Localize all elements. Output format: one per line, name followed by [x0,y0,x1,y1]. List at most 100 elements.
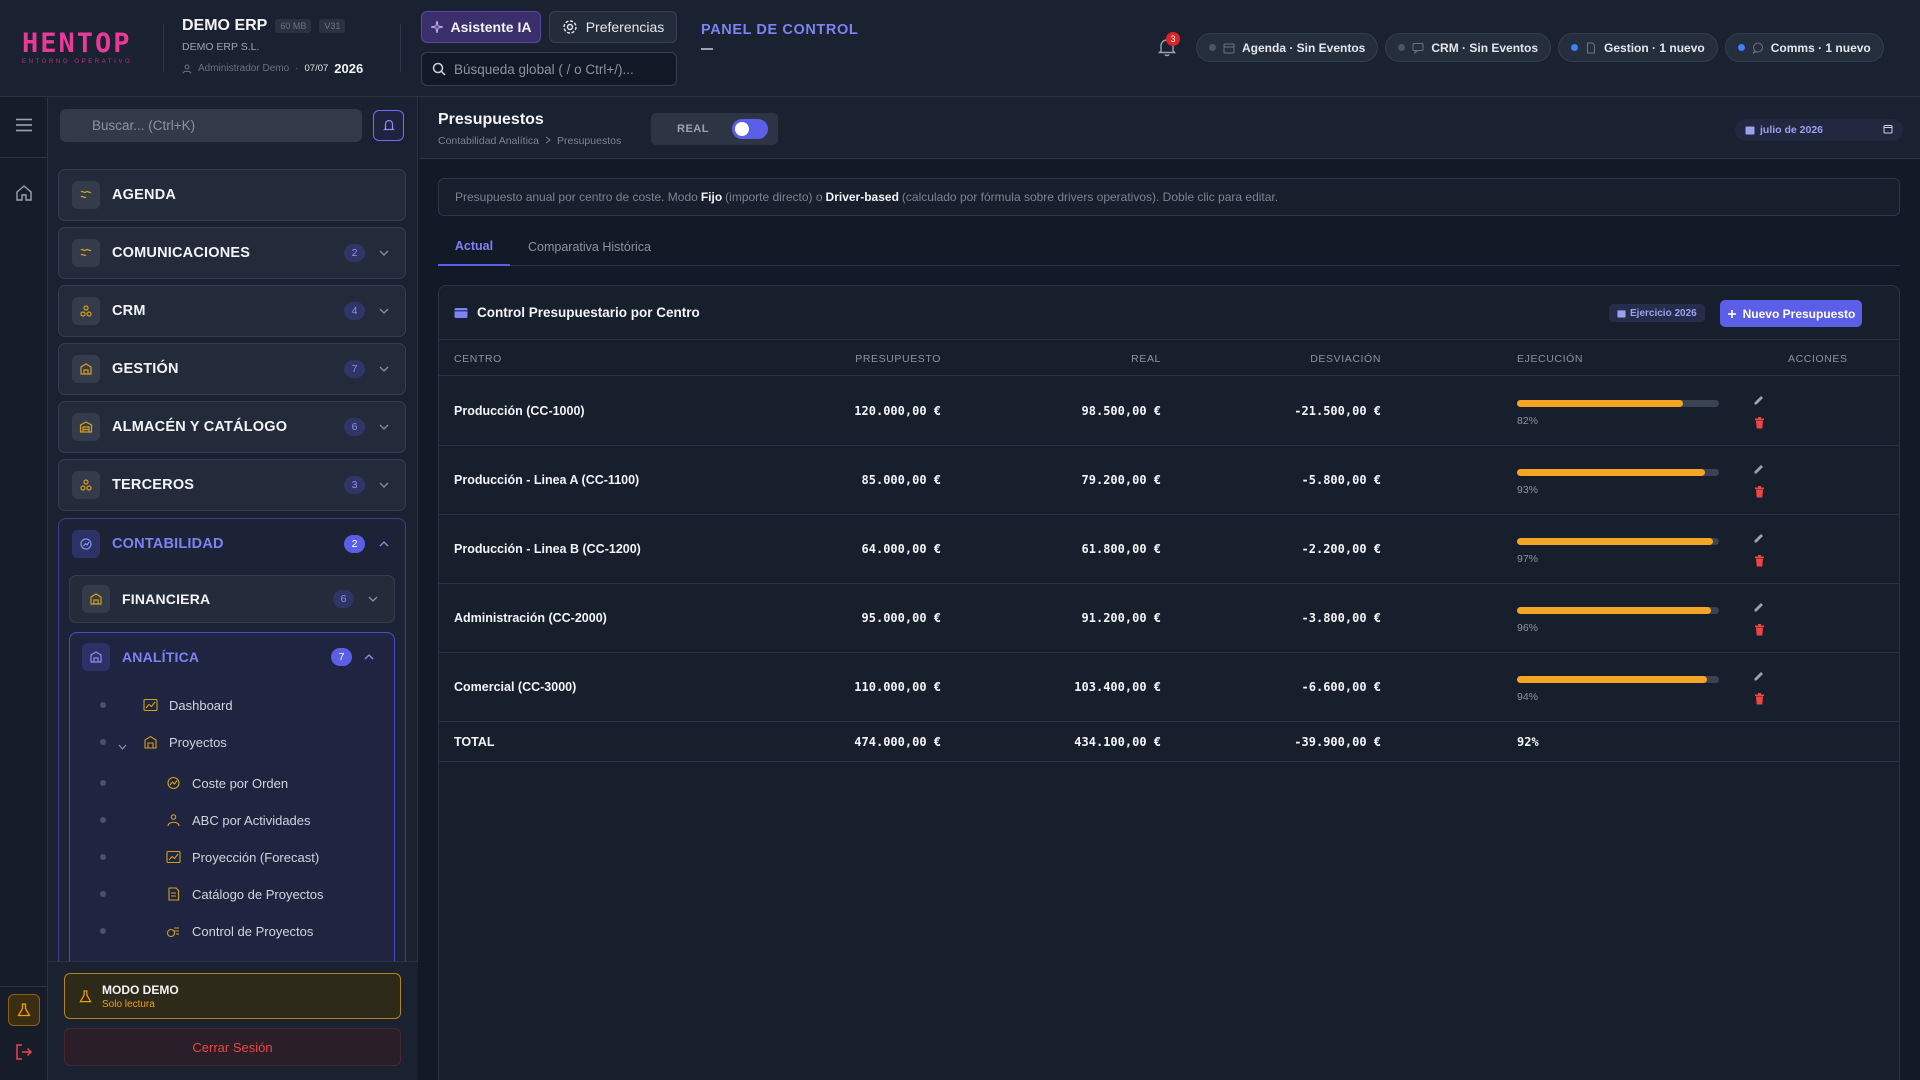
execution-bar [1517,676,1719,683]
demo-mode-button[interactable] [8,994,40,1026]
nav-leaf-forecast[interactable]: Proyección (Forecast) [100,842,319,872]
col-header-ejecucion[interactable]: EJECUCIÓN [1517,353,1583,365]
col-header-real[interactable]: REAL [1131,353,1161,365]
delete-icon[interactable] [1751,622,1767,638]
home-button[interactable] [12,181,36,205]
sidebar-item-comunicaciones[interactable]: COMUNICACIONES 2 [58,227,406,279]
period-picker[interactable]: julio de 2026 [1735,119,1903,141]
chip-agenda[interactable]: Agenda · Sin Eventos [1196,33,1379,62]
control-icon [165,923,181,939]
chevron-down-icon[interactable] [118,738,127,753]
nav-leaf-catalogo-proyectos[interactable]: Catálogo de Proyectos [100,879,324,909]
col-header-acciones: ACCIONES [1788,353,1848,365]
page-title: Presupuestos [438,111,544,128]
company-info: DEMO ERP 60 MB V31 DEMO ERP S.L. Adminis… [182,17,363,76]
card-header: Control Presupuestario por Centro Ejerci… [439,286,1899,340]
chip-gestion[interactable]: Gestion · 1 nuevo [1558,33,1718,62]
table-row[interactable]: Administración (CC-2000) 95.000,00 € 91.20… [439,584,1899,653]
brand-logo[interactable]: HENTOP ENTORNO OPERATIVO [22,28,144,66]
nav-leaf-control-proyectos[interactable]: Control de Proyectos [100,916,313,946]
delete-icon[interactable] [1751,415,1767,431]
sidebar-item-contabilidad[interactable]: CONTABILIDAD 2 [59,519,405,569]
delete-icon[interactable] [1751,553,1767,569]
sidebar-subitem-analitica[interactable]: ANALÍTICA 7 [82,643,382,671]
panel-title[interactable]: PANEL DE CONTROL [701,22,858,38]
menu-toggle[interactable] [12,113,36,137]
toggle-switch[interactable] [731,119,768,139]
logout-rail-button[interactable] [12,1040,36,1064]
chevron-up-icon [362,650,376,664]
preferences-button[interactable]: Preferencias [549,11,677,43]
sidebar-item-agenda[interactable]: AGENDA [58,169,406,221]
nav-leaf-proyectos[interactable]: Proyectos [100,727,227,757]
delete-icon[interactable] [1751,484,1767,500]
info-mode-fixed: Fijo [700,190,723,204]
sidebar-search[interactable] [60,109,362,142]
sidebar-item-badge: 3 [344,476,365,494]
version-badge: V31 [319,19,346,33]
chevron-up-icon [377,537,391,551]
nav-leaf-coste-orden[interactable]: Coste por Orden [100,768,288,798]
sidebar-item-almacen[interactable]: ALMACÉN Y CATÁLOGO 6 [58,401,406,453]
breadcrumb-item: Presupuestos [557,135,622,147]
rail-divider [0,986,48,987]
table-row[interactable]: Producción (CC-1000) 120.000,00 € 98.500,0… [439,377,1899,446]
demo-mode-card[interactable]: MODO DEMO Solo lectura [64,973,401,1019]
edit-icon[interactable] [1751,599,1767,615]
cell-real: 103.400,00 € [1074,680,1161,694]
global-search-input[interactable] [454,61,664,77]
page-header: Presupuestos Contabilidad Analítica Pres… [419,97,1920,159]
global-search[interactable] [421,52,677,86]
col-header-centro[interactable]: CENTRO [454,353,502,365]
calendar-icon [1617,309,1626,318]
logout-icon [16,1044,33,1060]
proyectos-icon [142,734,158,750]
execution-percent: 96% [1517,622,1539,634]
execution-bar [1517,469,1719,476]
new-budget-button[interactable]: Nuevo Presupuesto [1720,300,1862,327]
table-row[interactable]: Comercial (CC-3000) 110.000,00 € 103.400,0… [439,653,1899,722]
sidebar-item-badge: 2 [344,244,365,262]
edit-icon[interactable] [1751,530,1767,546]
nav-leaf-dashboard[interactable]: Dashboard [100,690,233,720]
cell-presupuesto: 64.000,00 € [861,542,941,556]
demo-mode-subtitle: Solo lectura [102,998,155,1010]
ai-assistant-button[interactable]: Asistente IA [421,11,541,43]
chip-crm[interactable]: CRM · Sin Eventos [1385,33,1552,62]
chip-comms[interactable]: Comms · 1 nuevo [1724,33,1884,62]
table-row[interactable]: Producción - Linea A (CC-1100) 85.000,00 … [439,446,1899,515]
table-row[interactable]: Producción - Linea B (CC-1200) 64.000,00 … [439,515,1899,584]
chip-label: Agenda · Sin Eventos [1242,40,1366,55]
sidebar-item-label: TERCEROS [112,477,195,493]
cell-desviacion: -21.500,00 € [1294,404,1381,418]
sidebar-subitem-financiera[interactable]: FINANCIERA 6 [69,575,395,623]
logout-button[interactable]: Cerrar Sesión [64,1028,401,1066]
col-header-desviacion[interactable]: DESVIACIÓN [1310,353,1381,365]
edit-icon[interactable] [1751,461,1767,477]
separator-dot: · [295,63,299,74]
edit-icon[interactable] [1751,668,1767,684]
status-dot [1737,44,1745,51]
col-header-presupuesto[interactable]: PRESUPUESTO [855,353,941,365]
brand-tagline: ENTORNO OPERATIVO [22,59,133,65]
flask-icon [17,1003,31,1017]
brand-logo-text: HENTOP [22,28,132,59]
sidebar-item-gestion[interactable]: GESTIÓN 7 [58,343,406,395]
sidebar-item-crm[interactable]: CRM 4 [58,285,406,337]
chip-label: Comms · 1 nuevo [1770,40,1871,55]
sidebar-item-terceros[interactable]: TERCEROS 3 [58,459,406,511]
real-mode-toggle[interactable]: REAL [651,113,778,145]
tab-actual[interactable]: Actual [438,227,510,266]
delete-icon[interactable] [1751,691,1767,707]
sidebar-search-input[interactable] [92,118,342,133]
tree-bullet [100,739,106,745]
sidebar-notify-button[interactable] [373,110,404,141]
edit-icon[interactable] [1751,392,1767,408]
bell-outline-icon [382,119,395,131]
breadcrumb-item[interactable]: Contabilidad Analítica [438,135,539,147]
status-dot [1571,44,1579,51]
status-chips: Agenda · Sin Eventos CRM · Sin Eventos G… [1196,33,1884,62]
tab-comparativa-historica[interactable]: Comparativa Histórica [528,227,651,266]
nav-leaf-abc[interactable]: ABC por Actividades [100,805,311,835]
sparkle-icon [430,21,443,33]
